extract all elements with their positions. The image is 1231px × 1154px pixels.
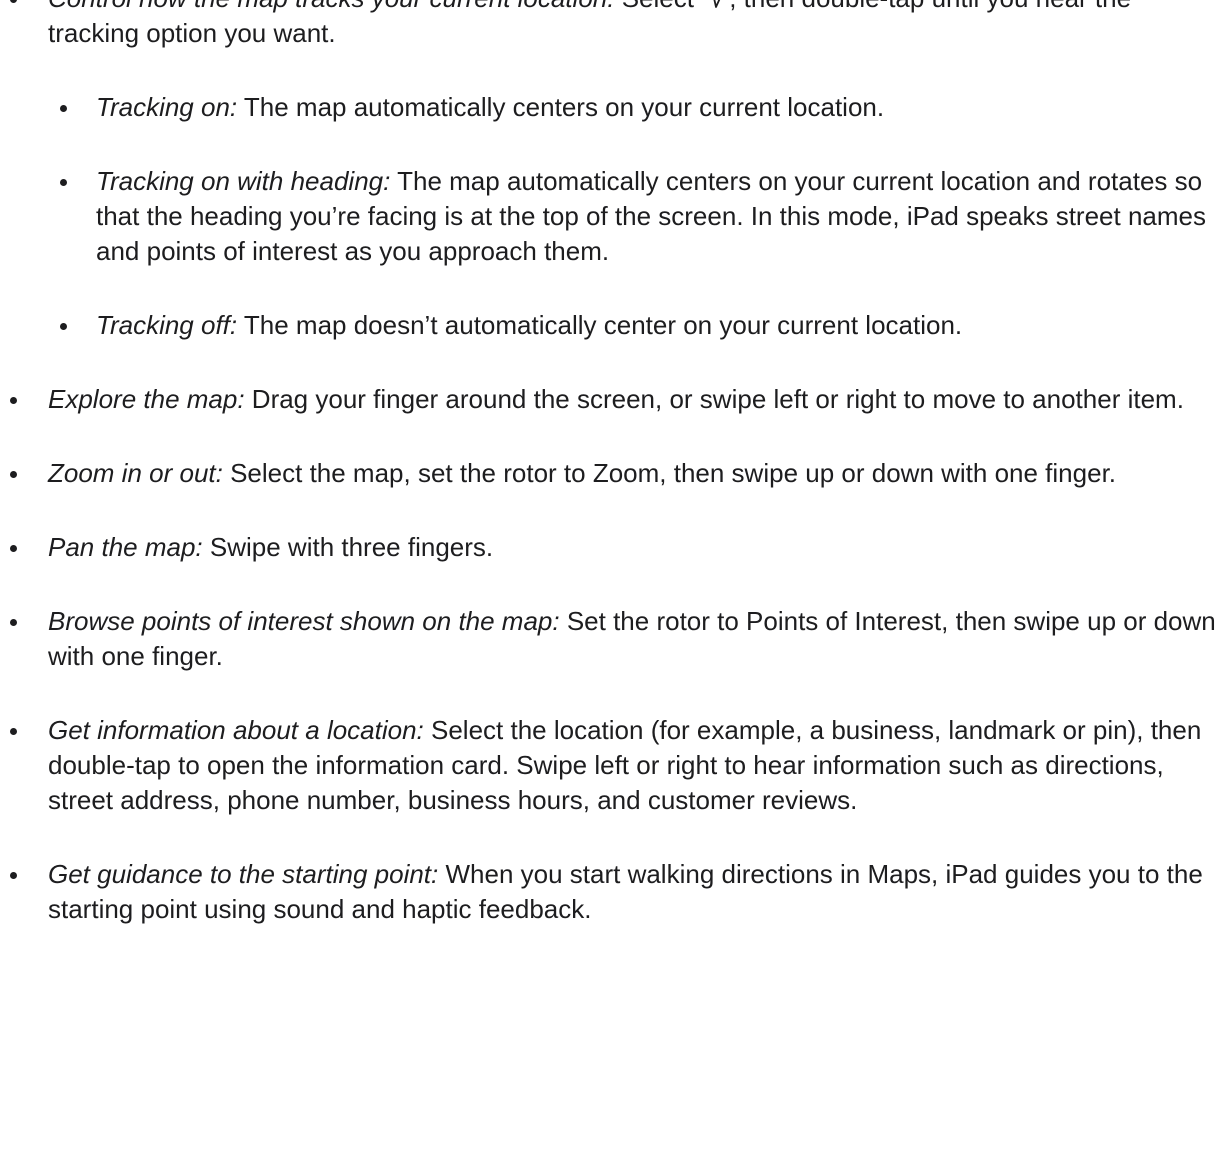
item-text: Select the map, set the rotor to Zoom, t… [222,458,1117,488]
list-item: Pan the map: Swipe with three fingers. [0,530,1228,565]
instruction-list: Control how the map tracks your current … [0,0,1231,927]
item-term: Tracking on: [96,92,238,122]
item-text: Select [614,0,701,13]
item-term: Tracking off: [96,310,238,340]
item-text: The map doesn’t automatically center on … [237,310,963,340]
item-term: Pan the map: [48,532,203,562]
item-term: Control how the map tracks your current … [48,0,614,13]
list-item: Tracking on: The map automatically cente… [48,90,1228,125]
item-term: Get guidance to the starting point: [48,859,439,889]
item-term: Browse points of interest shown on the m… [48,606,560,636]
list-item: Tracking off: The map doesn’t automatica… [48,308,1228,343]
item-text: The map automatically centers on your cu… [237,92,885,122]
list-item: Zoom in or out: Select the map, set the … [0,456,1228,491]
list-item: Explore the map: Drag your finger around… [0,382,1228,417]
item-term: Get information about a location: [48,715,424,745]
item-text: Swipe with three fingers. [202,532,494,562]
item-text: Drag your finger around the screen, or s… [244,384,1184,414]
list-item: Browse points of interest shown on the m… [0,604,1228,674]
list-item: Tracking on with heading: The map automa… [48,164,1228,269]
item-term: Tracking on with heading: [96,166,391,196]
location-arrow-icon [702,0,728,10]
tracking-options-list: Tracking on: The map automatically cente… [48,90,1228,343]
list-item: Get information about a location: Select… [0,713,1228,818]
help-content: Control how the map tracks your current … [0,0,1231,927]
list-item: Get guidance to the starting point: When… [0,857,1228,927]
item-term: Explore the map: [48,384,245,414]
item-term: Zoom in or out: [48,458,223,488]
list-item: Control how the map tracks your current … [0,0,1228,343]
